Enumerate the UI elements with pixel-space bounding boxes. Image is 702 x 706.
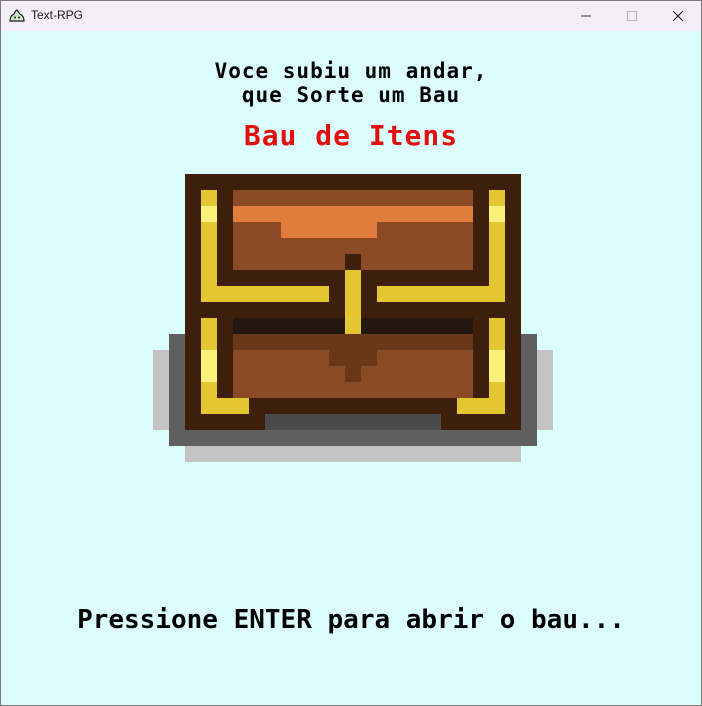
- close-icon: [672, 10, 684, 22]
- title-bar[interactable]: Text-RPG: [1, 1, 701, 31]
- minimize-icon: [581, 15, 591, 17]
- treasure-chest-image: [153, 174, 553, 462]
- slime-app-icon: [9, 8, 25, 24]
- enter-prompt: Pressione ENTER para abrir o bau...: [77, 605, 625, 635]
- minimize-button[interactable]: [563, 1, 609, 31]
- message-line-1: Voce subiu um andar,: [214, 59, 488, 83]
- app-window: Text-RPG Voce subiu um andar, que Sorte …: [0, 0, 702, 706]
- game-screen: Voce subiu um andar, que Sorte um Bau Ba…: [1, 31, 701, 705]
- chest-title: Bau de Itens: [243, 119, 459, 152]
- window-title: Text-RPG: [31, 8, 84, 22]
- message-line-2: que Sorte um Bau: [241, 83, 461, 107]
- maximize-button[interactable]: [609, 1, 655, 31]
- maximize-icon: [627, 11, 637, 21]
- close-button[interactable]: [655, 1, 701, 31]
- floor-message: Voce subiu um andar, que Sorte um Bau: [1, 59, 701, 107]
